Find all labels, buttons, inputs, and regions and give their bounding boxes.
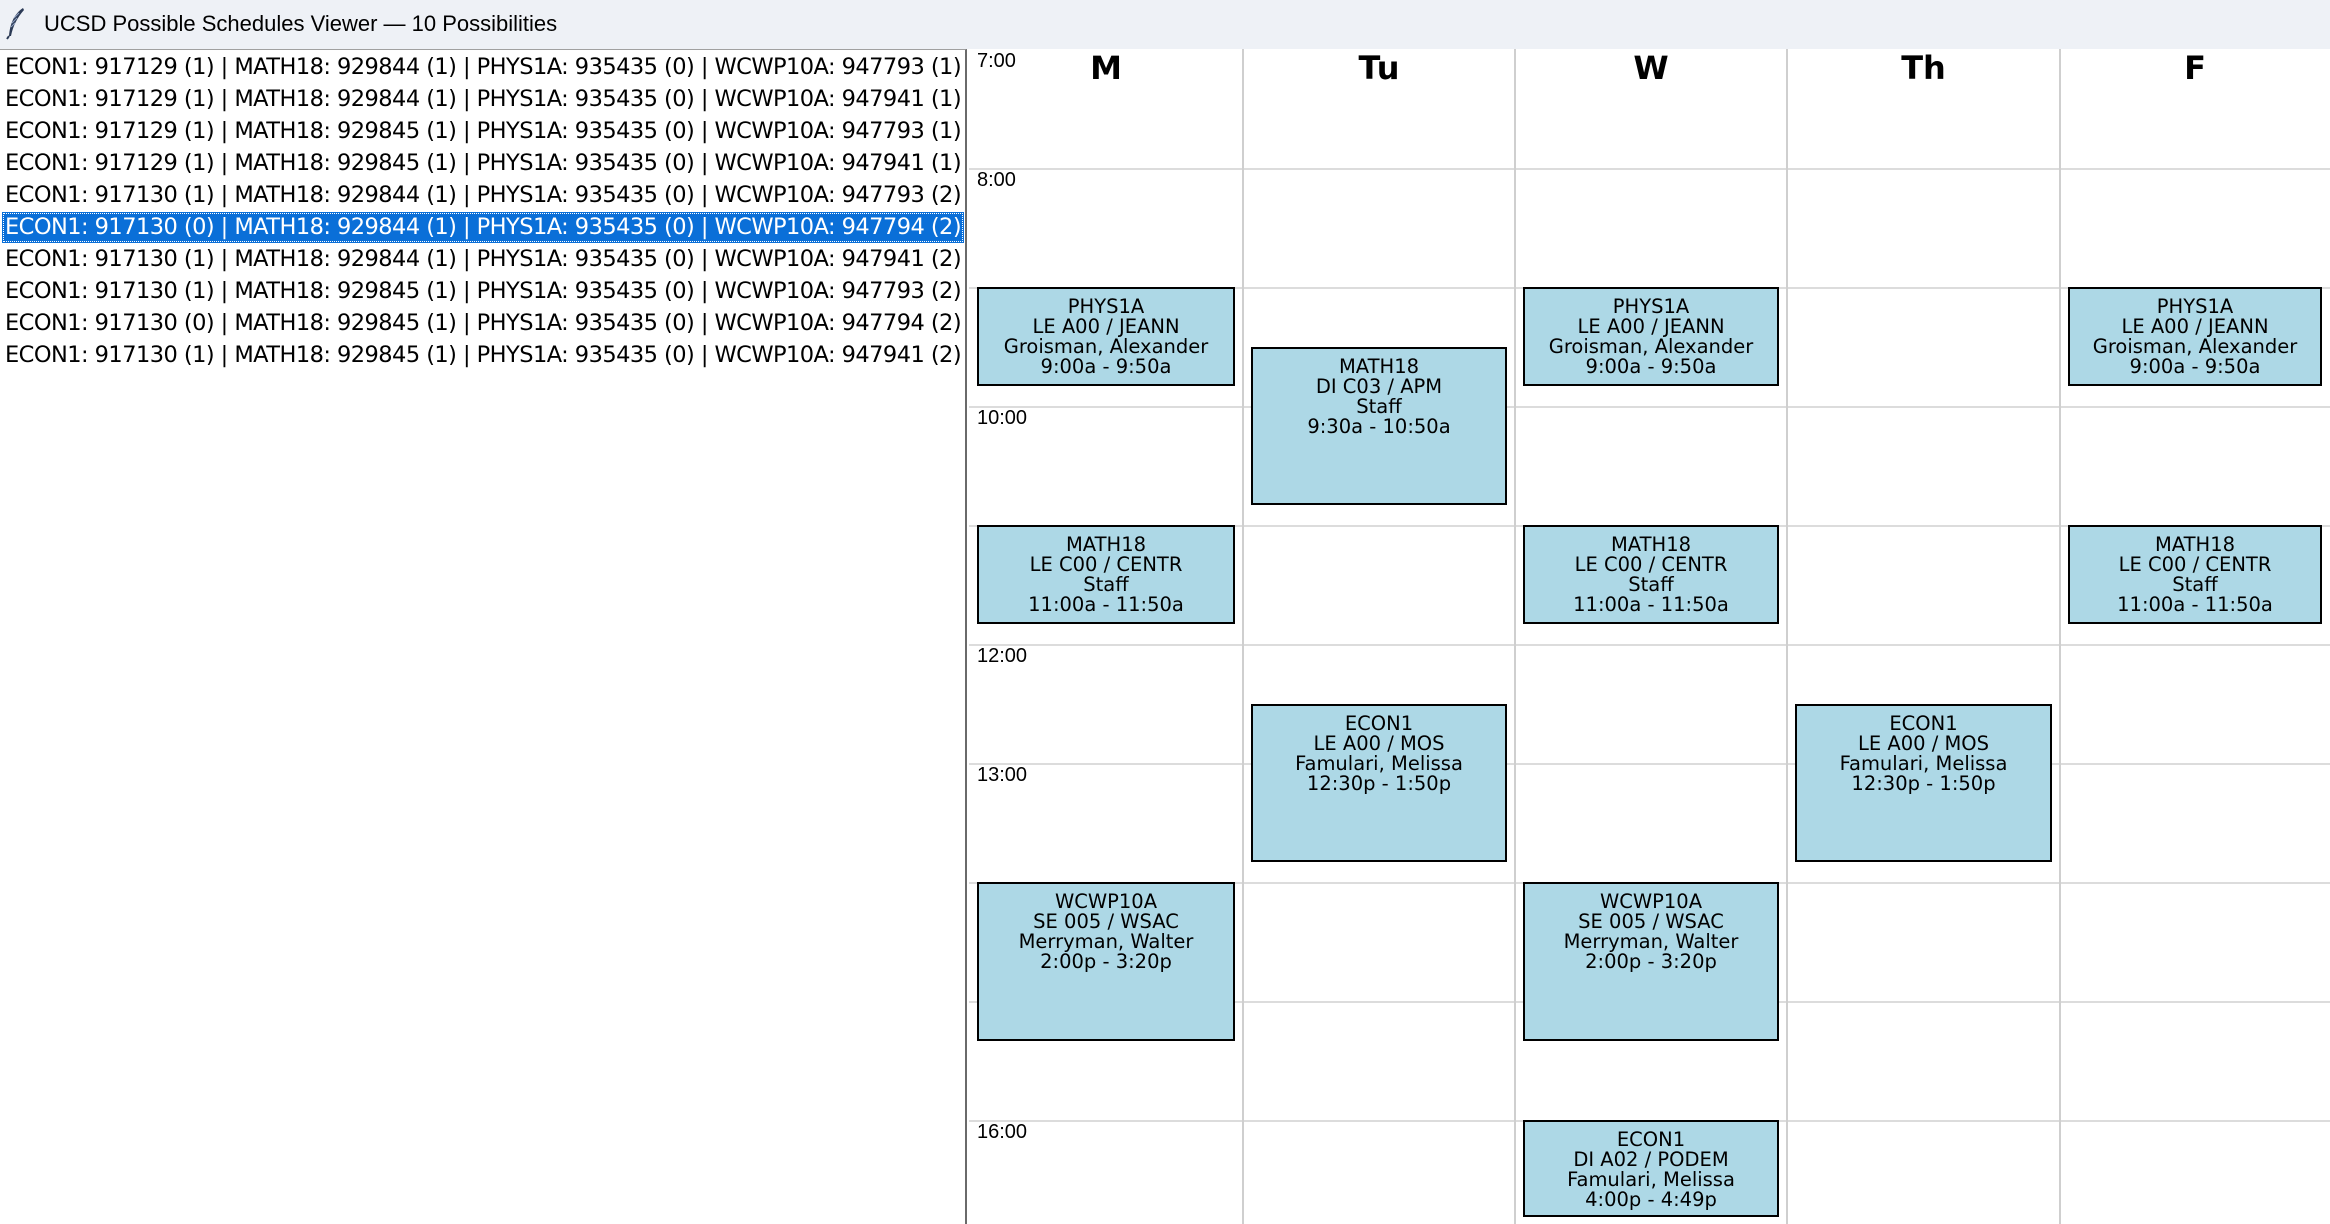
schedule-list-item[interactable]: ECON1: 917129 (1) | MATH18: 929845 (1) |… [2,148,964,179]
class-block[interactable]: PHYS1A LE A00 / JEANN Groisman, Alexander 9… [1523,287,1779,387]
class-block-line: Staff [2172,573,2218,596]
title-bar: UCSD Possible Schedules Viewer — 10 Poss… [0,0,2330,49]
class-block-line: LE A00 / MOS [1313,731,1445,755]
time-label: 16:00 [977,1121,1028,1143]
class-block-line: LE C00 / CENTR [1574,553,1728,576]
class-block-line: DI C03 / APM [1315,374,1443,398]
class-block-line: MATH18 [1610,533,1692,556]
class-block-line: 11:00a - 11:50a [2117,593,2273,616]
class-block-line: Famulari, Melissa [1839,751,2008,775]
class-block-line: 2:00p - 3:20p [1040,950,1172,973]
day-column-divider [1242,49,1244,1224]
class-block-line: 12:30p - 1:50p [1306,771,1452,795]
schedule-list-item[interactable]: ECON1: 917130 (1) | MATH18: 929845 (1) |… [2,276,964,307]
class-block-line: 9:00a - 9:50a [2129,355,2261,378]
class-block-line: 12:30p - 1:50p [1851,771,1996,795]
hour-gridline [969,406,2330,408]
class-block-line: Famulari, Melissa [1567,1168,1735,1191]
class-block-line: MATH18 [2154,533,2236,556]
class-block[interactable]: ECON1 DI A02 / PODEM Famulari, Melissa 4:00… [1523,1120,1779,1218]
day-header: M [1090,49,1122,87]
schedule-list-item[interactable]: ECON1: 917129 (1) | MATH18: 929844 (1) |… [2,84,964,115]
day-column-divider [1786,49,1788,1224]
class-block-line: Staff [1083,573,1129,596]
class-block-line: Staff [1628,573,1674,596]
class-block-line: LE A00 / MOS [1857,731,1990,755]
class-block-line: LE A00 / JEANN [2121,315,2269,338]
class-block-line: PHYS1A [1067,295,1145,318]
hour-gridline [969,644,2330,646]
day-header: F [2184,49,2206,87]
class-block-line: Groisman, Alexander [1003,335,1209,358]
class-block[interactable]: WCWP10A SE 005 / WSAC Merryman, Walter 2:00… [1523,882,1779,1041]
class-block-line: MATH18 [1065,533,1147,556]
feather-icon [6,8,24,40]
class-block-line: PHYS1A [1612,295,1690,318]
schedule-list-item[interactable]: ECON1: 917130 (0) | MATH18: 929844 (1) |… [2,212,964,243]
class-block[interactable]: MATH18 LE C00 / CENTR Staff 11:00a - 11:50a [2068,525,2322,625]
class-block-line: 2:00p - 3:20p [1585,950,1717,973]
class-block-line: 4:00p - 4:49p [1585,1188,1717,1211]
schedule-list-item[interactable]: ECON1: 917129 (1) | MATH18: 929844 (1) |… [2,52,964,83]
schedule-listbox[interactable]: ECON1: 917129 (1) | MATH18: 929844 (1) |… [0,49,967,1224]
class-block-line: DI A02 / PODEM [1573,1148,1729,1171]
class-block-line: SE 005 / WSAC [1578,910,1724,933]
class-block-line: 9:30a - 10:50a [1307,414,1451,438]
day-column-divider [1514,49,1516,1224]
class-block-line: 11:00a - 11:50a [1028,593,1184,616]
class-block-line: LE A00 / JEANN [1032,315,1180,338]
class-block-line: LE A00 / JEANN [1577,315,1725,338]
day-header: Tu [1358,49,1400,87]
class-block-line: LE C00 / CENTR [1029,553,1183,576]
schedule-list-item[interactable]: ECON1: 917129 (1) | MATH18: 929845 (1) |… [2,116,964,147]
class-block-line: Staff [1356,394,1402,418]
class-block-line: ECON1 [1344,711,1414,735]
day-header: Th [1901,49,1946,87]
class-block[interactable]: MATH18 LE C00 / CENTR Staff 11:00a - 11:50a [1523,525,1779,625]
schedule-list-item[interactable]: ECON1: 917130 (1) | MATH18: 929844 (1) |… [2,180,964,211]
class-block-line: SE 005 / WSAC [1033,910,1179,933]
class-block-line: ECON1 [1616,1128,1686,1151]
class-block[interactable]: PHYS1A LE A00 / JEANN Groisman, Alexander 9… [2068,287,2322,387]
class-block-line: 9:00a - 9:50a [1040,355,1172,378]
day-header: W [1633,49,1669,87]
schedule-list-item[interactable]: ECON1: 917130 (1) | MATH18: 929844 (1) |… [2,244,964,275]
class-block-line: MATH18 [1338,354,1420,378]
class-block[interactable]: MATH18 LE C00 / CENTR Staff 11:00a - 11:50a [977,525,1235,625]
class-block[interactable]: MATH18 DI C03 / APM Staff 9:30a - 10:50a [1251,346,1507,506]
class-block-line: Famulari, Melissa [1295,751,1463,775]
class-block-line: Groisman, Alexander [2092,335,2298,358]
window-title: UCSD Possible Schedules Viewer — 10 Poss… [44,11,558,36]
time-label: 8:00 [977,169,1016,191]
time-label: 13:00 [977,764,1028,786]
schedule-list-item[interactable]: ECON1: 917130 (0) | MATH18: 929845 (1) |… [2,308,964,339]
class-block[interactable]: ECON1 LE A00 / MOS Famulari, Melissa 12:30p… [1251,703,1507,863]
hour-gridline [969,168,2330,170]
hour-gridline [969,763,2330,765]
day-column-divider [2059,49,2061,1224]
class-block[interactable]: WCWP10A SE 005 / WSAC Merryman, Walter 2:00… [977,882,1235,1041]
class-block-line: 9:00a - 9:50a [1585,355,1717,378]
class-block-line: LE C00 / CENTR [2118,553,2272,576]
class-block-line: Groisman, Alexander [1548,335,1754,358]
class-block[interactable]: PHYS1A LE A00 / JEANN Groisman, Alexander 9… [977,287,1235,387]
class-block-line: WCWP10A [1599,890,1703,913]
class-block-line: ECON1 [1889,711,1958,735]
schedule-list-item[interactable]: ECON1: 917130 (1) | MATH18: 929845 (1) |… [2,340,964,371]
class-block[interactable]: ECON1 LE A00 / MOS Famulari, Melissa 12:30p… [1795,703,2052,863]
class-block-line: WCWP10A [1054,890,1158,913]
class-block-line: Merryman, Walter [1018,930,1194,953]
class-block-line: Merryman, Walter [1563,930,1739,953]
time-label: 10:00 [977,407,1028,429]
time-label: 12:00 [977,645,1028,667]
class-block-line: 11:00a - 11:50a [1573,593,1729,616]
weekly-calendar: 7:00 8:00 10:00 12:00 13:00 16:00 M Tu W Th F PHYS1… [969,49,2330,1224]
class-block-line: PHYS1A [2156,295,2234,318]
